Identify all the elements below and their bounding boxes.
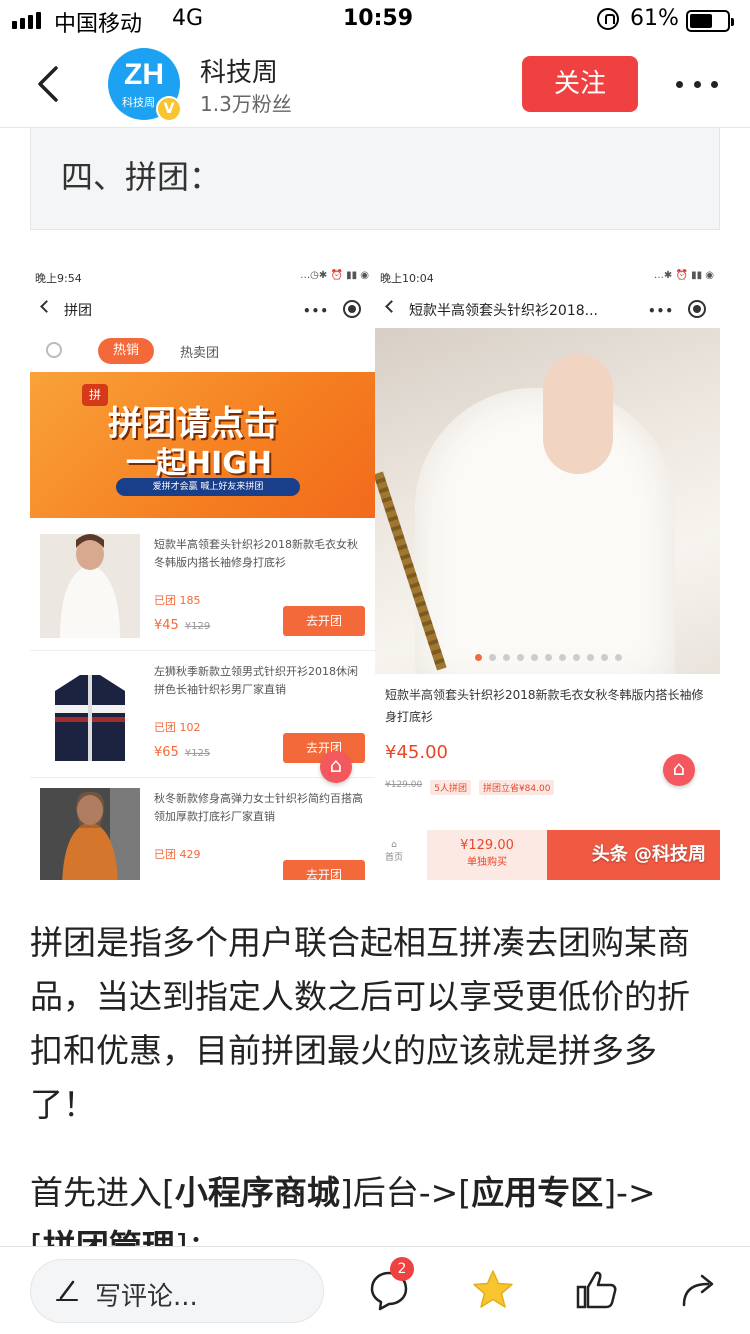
right-phone-screenshot: 晚上10:04 …✱ ⏰ ▮▮ ◉ 短款半高领套头针织衫2018... ••• … xyxy=(375,262,720,880)
battery-percent: 61% xyxy=(630,6,679,31)
mini-tab-hot: 热销 xyxy=(98,338,154,364)
status-bar: 中国移动 4G 10:59 61% xyxy=(0,0,750,40)
section-title: 四、拼团： xyxy=(61,158,222,196)
product-thumbnail xyxy=(40,534,140,638)
product-detail-name: 短款半高领套头针织衫2018新款毛衣女秋冬韩版内搭长袖修身打底衫 xyxy=(385,688,704,724)
product-price: ¥65 ¥125 xyxy=(154,745,211,760)
product-detail-meta: ¥129.00 5人拼团 拼团立省¥84.00 xyxy=(385,780,555,795)
mini-close-icon xyxy=(688,300,706,318)
article-paragraph: 拼团是指多个用户联合起相互拼凑去团购某商品，当达到指定人数之后可以享受更低价的折… xyxy=(30,923,690,1124)
mini-time: 晚上9:54 xyxy=(35,272,82,285)
mini-time: 晚上10:04 xyxy=(380,272,434,285)
product-name: 左狮秋季新款立领男式针织开衫2018休闲拼色长袖针织衫男厂家直销 xyxy=(154,665,358,696)
promo-banner: 拼 拼团请点击 一起HIGH 爱拼才会赢 喊上好友来拼团 xyxy=(30,372,375,518)
mini-close-icon xyxy=(343,300,361,318)
account-name[interactable]: 科技周 xyxy=(200,52,278,89)
list-item: 短款半高领套头针织衫2018新款毛衣女秋冬韩版内搭长袖修身打底衫 已团 185 … xyxy=(30,524,375,651)
clock: 10:59 xyxy=(343,6,414,31)
avatar-subtext: 科技周 xyxy=(122,96,155,109)
battery-icon xyxy=(686,10,734,32)
mini-tab-hotgroup: 热卖团 xyxy=(180,346,220,361)
product-hero-image xyxy=(375,328,720,674)
comment-placeholder: 写评论... xyxy=(95,1282,198,1312)
open-group-button: 去开团 xyxy=(283,606,365,636)
list-item: 秋冬新款修身高弹力女士针织衫简约百搭高领加厚款打底衫厂家直销 已团 429 去开… xyxy=(30,778,375,880)
comment-input[interactable]: 写评论... xyxy=(30,1259,324,1323)
follower-count: 1.3万粉丝 xyxy=(200,92,292,116)
avatar-text: ZH xyxy=(124,58,164,91)
rotation-lock-icon xyxy=(597,8,619,30)
list-item: 左狮秋季新款立领男式针织开衫2018休闲拼色长袖针织衫男厂家直销 已团 102 … xyxy=(30,651,375,783)
share-icon[interactable] xyxy=(676,1267,722,1313)
mini-back-icon xyxy=(40,300,53,313)
network-type: 4G xyxy=(172,6,204,31)
comment-count-badge: 2 xyxy=(390,1257,414,1281)
signal-icon xyxy=(12,12,41,29)
mini-navbar: 拼团 ••• xyxy=(30,292,375,326)
mini-title: 拼团 xyxy=(64,303,92,319)
star-icon[interactable] xyxy=(470,1267,516,1313)
banner-slogan: 爱拼才会赢 喊上好友来拼团 xyxy=(116,478,300,496)
product-name: 短款半高领套头针织衫2018新款毛衣女秋冬韩版内搭长袖修身打底衫 xyxy=(154,538,358,569)
article-image[interactable]: 晚上9:54 …◷✱ ⏰ ▮▮ ◉ 拼团 ••• 热销 热卖团 拼 拼团请点击 … xyxy=(30,262,720,880)
product-list: 短款半高领套头针织衫2018新款毛衣女秋冬韩版内搭长袖修身打底衫 已团 185 … xyxy=(30,524,375,880)
product-detail-price: ¥45.00 xyxy=(385,742,448,763)
banner-subheadline: 一起HIGH xyxy=(126,446,273,481)
group-size-tag: 5人拼团 xyxy=(430,780,471,795)
single-buy-button: ¥129.00 单独购买 xyxy=(427,830,547,880)
product-price: ¥45 ¥129 xyxy=(154,618,211,633)
pen-icon xyxy=(56,1280,78,1301)
mini-back-icon xyxy=(385,300,398,313)
mini-tabs: 热销 热卖团 xyxy=(30,334,375,370)
product-joined: 已团 102 xyxy=(154,721,201,734)
left-phone-screenshot: 晚上9:54 …◷✱ ⏰ ▮▮ ◉ 拼团 ••• 热销 热卖团 拼 拼团请点击 … xyxy=(30,262,375,880)
section-heading-block: 四、拼团： xyxy=(30,128,720,230)
product-name: 秋冬新款修身高弹力女士针织衫简约百搭高领加厚款打底衫厂家直销 xyxy=(154,792,363,823)
follow-button[interactable]: 关注 xyxy=(522,56,638,112)
image-watermark: 头条 @科技周 xyxy=(591,844,706,865)
verified-icon: V xyxy=(156,96,182,122)
mini-status-icons: …◷✱ ⏰ ▮▮ ◉ xyxy=(300,270,369,281)
back-arrow-icon[interactable] xyxy=(34,64,62,104)
mini-more-icon: ••• xyxy=(647,304,674,318)
like-icon[interactable] xyxy=(574,1267,620,1313)
open-group-button: 去开团 xyxy=(283,860,365,880)
mini-more-icon: ••• xyxy=(302,304,329,318)
product-thumbnail xyxy=(40,661,140,765)
banner-tag: 拼 xyxy=(82,384,108,406)
product-joined: 已团 429 xyxy=(154,848,201,861)
carousel-indicator xyxy=(475,654,622,661)
product-thumbnail xyxy=(40,788,140,880)
bottom-action-bar: 写评论... 2 xyxy=(0,1246,750,1334)
mini-status-icons: …✱ ⏰ ▮▮ ◉ xyxy=(653,270,714,281)
savings-tag: 拼团立省¥84.00 xyxy=(478,780,555,795)
carrier: 中国移动 xyxy=(54,12,143,37)
product-joined: 已团 185 xyxy=(154,594,201,607)
mini-navbar: 短款半高领套头针织衫2018... ••• xyxy=(375,292,720,326)
mini-home-tab: ⌂ 首页 xyxy=(385,840,404,863)
original-price: ¥129.00 xyxy=(385,780,423,790)
mini-title: 短款半高领套头针织衫2018... xyxy=(409,303,598,319)
home-float-icon xyxy=(663,754,695,786)
mini-search-icon xyxy=(46,342,62,358)
more-options-icon[interactable] xyxy=(676,70,718,98)
article-header: ZH 科技周 V 科技周 1.3万粉丝 关注 xyxy=(0,40,750,128)
